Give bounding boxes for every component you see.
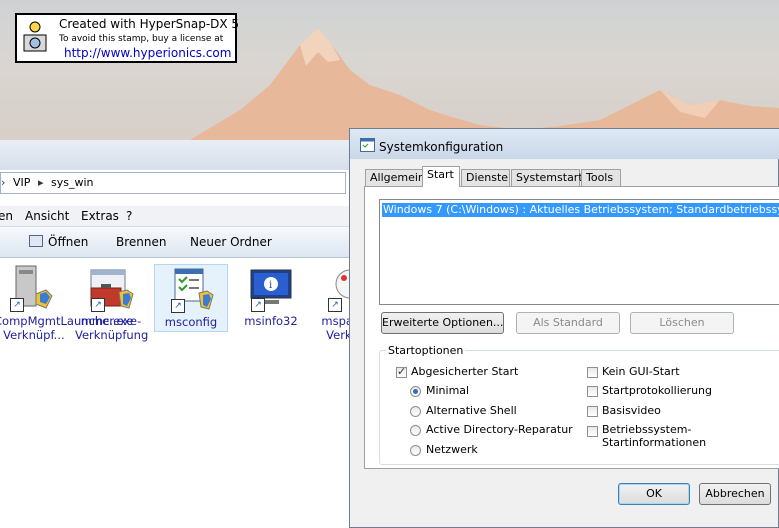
menu-item-help[interactable]: ?	[126, 209, 132, 223]
advanced-options-button[interactable]: Erweiterte Optionen...	[381, 312, 504, 334]
os-list[interactable]: Windows 7 (C:\Windows) : Aktuelles Betri…	[379, 199, 779, 305]
alternative-shell-radio[interactable]	[410, 406, 421, 417]
explorer-window: › VIP ▸ sys_win en Ansicht Extras ? Öffn…	[0, 140, 375, 528]
address-bar[interactable]: › VIP ▸ sys_win	[0, 172, 346, 194]
file-item-msconfig[interactable]: ↗ msconfig	[154, 264, 228, 332]
dialog-title: Systemkonfiguration	[379, 140, 504, 154]
chevron-right-icon: ▸	[38, 176, 44, 189]
network-label: Netzwerk	[426, 443, 478, 456]
delete-button[interactable]: Löschen	[630, 312, 734, 334]
boot-log-checkbox[interactable]	[587, 386, 598, 397]
safe-boot-label: Abgesicherter Start	[411, 365, 519, 378]
no-gui-boot-label: Kein GUI-Start	[602, 365, 680, 378]
shortcut-arrow-icon: ↗	[91, 298, 105, 312]
os-boot-info-label-2: Startinformationen	[602, 436, 707, 449]
menu-bar: en Ansicht Extras ?	[0, 206, 352, 227]
menu-item-edit[interactable]: en	[0, 209, 13, 223]
command-bar: Öffnen Brennen Neuer Ordner	[0, 227, 352, 258]
safe-boot-checkbox[interactable]	[396, 365, 407, 378]
menu-item-view[interactable]: Ansicht	[25, 209, 69, 223]
tab-tools[interactable]: Tools	[581, 169, 621, 186]
explorer-title-bar	[0, 140, 352, 170]
base-video-label: Basisvideo	[602, 404, 661, 417]
shortcut-arrow-icon: ↗	[171, 299, 185, 313]
minimal-radio[interactable]	[410, 386, 421, 397]
ad-repair-label: Active Directory-Reparatur	[426, 423, 573, 436]
breadcrumb-vip[interactable]: VIP	[13, 176, 30, 189]
watermark-line-1: Created with HyperSnap-DX 5	[59, 17, 240, 31]
file-label: msconfig	[164, 315, 218, 329]
new-folder-button[interactable]: Neuer Ordner	[190, 235, 272, 249]
base-video-checkbox[interactable]	[587, 406, 598, 417]
shortcut-arrow-icon: ↗	[251, 298, 265, 312]
watermark-line-2: To avoid this stamp, buy a license at	[59, 34, 224, 44]
file-label: mmc.exe - Verknüpfung	[75, 314, 149, 342]
no-gui-boot-checkbox[interactable]	[587, 367, 598, 378]
shortcut-arrow-icon: ↗	[328, 298, 342, 312]
ad-repair-radio[interactable]	[410, 425, 421, 436]
camera-icon	[23, 21, 47, 52]
dialog-title-bar: Systemkonfiguration	[350, 129, 779, 159]
set-default-button[interactable]: Als Standard	[516, 312, 620, 334]
svg-text:i: i	[269, 280, 272, 291]
file-item-mmc[interactable]: ↗ mmc.exe - Verknüpfung	[75, 264, 149, 342]
tab-allgemein[interactable]: Allgemein	[365, 169, 425, 186]
tab-dienste[interactable]: Dienste	[461, 169, 510, 186]
shortcut-arrow-icon: ↗	[10, 298, 24, 312]
file-label: CompMgmtLauncher.exe - Verknüpf...	[0, 314, 137, 342]
boot-log-label: Startprotokollierung	[602, 384, 712, 397]
burn-button[interactable]: Brennen	[116, 235, 166, 249]
menu-item-extras[interactable]: Extras	[81, 209, 119, 223]
file-label: msinfo32	[244, 314, 298, 328]
open-button[interactable]: Öffnen	[29, 235, 88, 249]
start-tab-panel: Windows 7 (C:\Windows) : Aktuelles Betri…	[364, 186, 779, 469]
file-item-msinfo32[interactable]: i ↗ msinfo32	[235, 264, 307, 328]
minimal-label: Minimal	[426, 384, 470, 397]
boot-options-title: Startoptionen	[386, 344, 466, 357]
chevron-right-icon: ›	[1, 176, 6, 189]
tab-systemstart[interactable]: Systemstart	[511, 169, 583, 186]
file-item-compmgmt[interactable]: ↗ CompMgmtLauncher.exe - Verknüpf...	[0, 264, 137, 342]
cancel-button[interactable]: Abbrechen	[699, 483, 771, 505]
msconfig-icon	[360, 138, 375, 152]
os-list-item[interactable]: Windows 7 (C:\Windows) : Aktuelles Betri…	[382, 203, 779, 217]
system-configuration-dialog: Systemkonfiguration Allgemein Start Dien…	[349, 128, 779, 528]
msconfig-icon: ↗	[167, 265, 215, 313]
alternative-shell-label: Alternative Shell	[426, 404, 517, 417]
window-icon	[29, 235, 43, 247]
ok-button[interactable]: OK	[618, 483, 690, 505]
computer-management-icon: ↗	[6, 264, 54, 312]
os-boot-info-label-1: Betriebssystem-	[602, 423, 692, 436]
watermark-link: http://www.hyperionics.com	[64, 46, 232, 60]
tab-start[interactable]: Start	[422, 166, 460, 187]
toolbox-shield-icon: ↗	[87, 264, 135, 312]
network-radio[interactable]	[410, 445, 421, 456]
os-boot-info-checkbox[interactable]	[587, 426, 598, 437]
hypersnap-watermark: Created with HyperSnap-DX 5 To avoid thi…	[15, 13, 240, 63]
breadcrumb-sys-win[interactable]: sys_win	[51, 176, 94, 189]
boot-options-group: Startoptionen Abgesicherter Start Minima…	[379, 344, 779, 465]
system-info-icon: i ↗	[247, 264, 295, 312]
